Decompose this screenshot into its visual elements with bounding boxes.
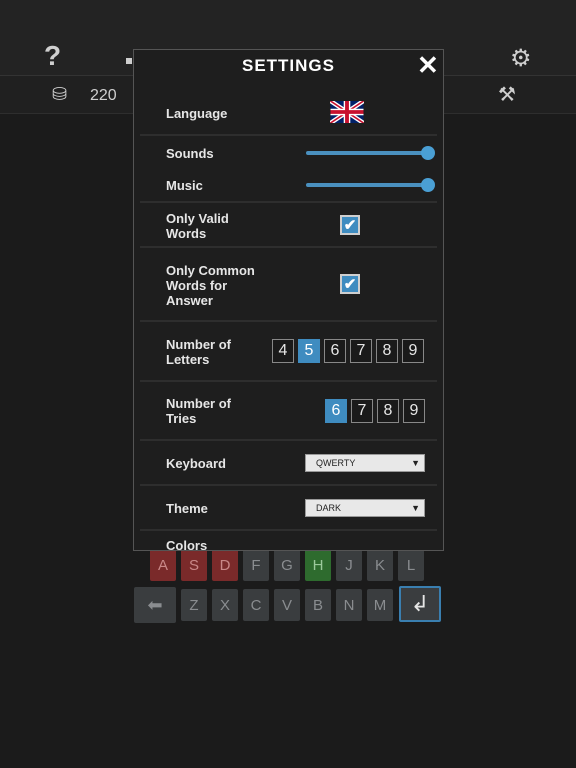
theme-select-value: DARK [316,503,342,513]
key-b[interactable]: B [305,589,331,621]
letters-option-4[interactable]: 4 [272,339,294,363]
divider [140,134,437,136]
theme-select[interactable]: DARK ▼ [305,499,425,517]
only-common-words-label: Only Common Words for Answer [166,263,255,308]
only-valid-words-label: Only Valid Words [166,211,229,241]
music-slider[interactable] [306,178,435,192]
key-z[interactable]: Z [181,589,207,621]
backspace-key[interactable]: ⬅ [134,587,176,623]
key-v[interactable]: V [274,589,300,621]
uk-flag-icon[interactable] [330,101,364,123]
music-slider-thumb[interactable] [421,178,435,192]
divider [140,529,437,531]
help-icon[interactable]: ? [44,40,61,72]
letters-option-7[interactable]: 7 [350,339,372,363]
divider [140,201,437,203]
keyboard-label: Keyboard [166,456,226,471]
key-m[interactable]: M [367,589,393,621]
enter-key[interactable]: ↲ [399,586,441,622]
key-a[interactable]: A [150,549,176,581]
tries-option-7[interactable]: 7 [351,399,373,423]
sounds-slider[interactable] [306,146,435,160]
key-k[interactable]: K [367,549,393,581]
chevron-down-icon: ▼ [411,503,420,513]
key-c[interactable]: C [243,589,269,621]
music-label: Music [166,178,203,193]
sounds-label: Sounds [166,146,214,161]
divider [140,380,437,382]
letters-option-9[interactable]: 9 [402,339,424,363]
theme-label: Theme [166,501,208,516]
divider [140,439,437,441]
coin-count: 220 [90,87,117,104]
only-common-words-checkbox[interactable]: ✔ [340,274,360,294]
settings-title: SETTINGS [241,56,335,75]
divider [140,484,437,486]
only-valid-words-checkbox[interactable]: ✔ [340,215,360,235]
key-h[interactable]: H [305,549,331,581]
key-s[interactable]: S [181,549,207,581]
colors-label: Colors [166,538,208,551]
key-g[interactable]: G [274,549,300,581]
number-of-letters-label: Number of Letters [166,337,231,367]
divider [140,320,437,322]
sounds-slider-thumb[interactable] [421,146,435,160]
hammer-icon[interactable]: ⚒ [498,82,516,107]
key-x[interactable]: X [212,589,238,621]
key-l[interactable]: L [398,549,424,581]
divider [140,246,437,248]
key-n[interactable]: N [336,589,362,621]
gear-icon[interactable]: ⚙ [510,44,532,73]
chevron-down-icon: ▼ [411,458,420,468]
keyboard-select[interactable]: QWERTY ▼ [305,454,425,472]
keyboard-select-value: QWERTY [316,458,356,468]
close-button[interactable]: ✕ [417,51,439,79]
number-of-tries-label: Number of Tries [166,396,231,426]
key-f[interactable]: F [243,549,269,581]
letters-option-5[interactable]: 5 [298,339,320,363]
tries-option-8[interactable]: 8 [377,399,399,423]
letters-option-6[interactable]: 6 [324,339,346,363]
letters-option-8[interactable]: 8 [376,339,398,363]
key-j[interactable]: J [336,549,362,581]
tries-option-9[interactable]: 9 [403,399,425,423]
language-label: Language [166,106,228,121]
settings-modal: SETTINGS ✕ Language Sounds Music Only Va… [133,49,444,551]
stats-icon[interactable] [126,58,132,64]
coins-icon: ⛁ [52,84,68,104]
key-d[interactable]: D [212,549,238,581]
tries-option-6[interactable]: 6 [325,399,347,423]
